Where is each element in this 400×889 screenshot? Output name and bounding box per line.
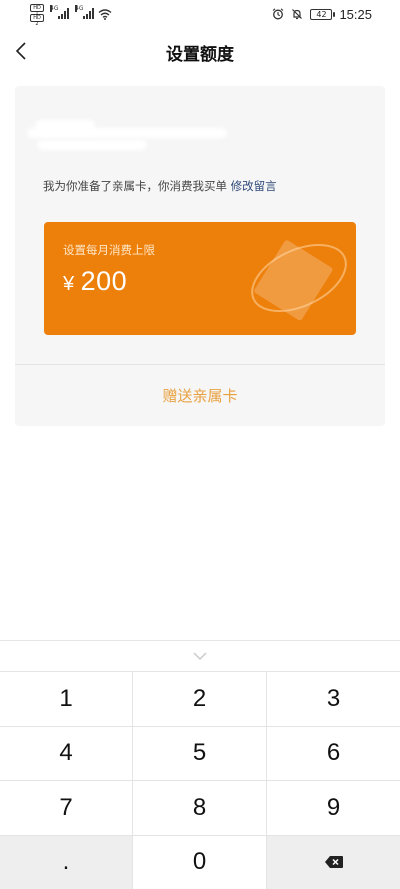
key-1[interactable]: 1 [0, 671, 133, 726]
keypad-collapse-button[interactable] [0, 641, 400, 671]
key-6[interactable]: 6 [267, 726, 400, 781]
numeric-keypad: 1 2 3 4 5 6 7 8 9 . 0 [0, 640, 400, 888]
edit-message-link[interactable]: 修改留言 [231, 179, 277, 193]
status-right: 42 15:25 [272, 4, 372, 24]
wifi-icon [98, 9, 112, 20]
key-4[interactable]: 4 [0, 726, 133, 781]
card-message-text: 我为你准备了亲属卡，你消费我买单 [43, 179, 227, 193]
header: 设置额度 [0, 28, 400, 74]
monthly-limit-value: 200 [81, 266, 128, 296]
mute-bell-icon [291, 8, 303, 20]
alarm-icon [272, 8, 284, 20]
key-7[interactable]: 7 [0, 780, 133, 835]
chevron-down-icon [193, 652, 207, 660]
key-backspace[interactable] [267, 835, 400, 889]
key-decimal[interactable]: . [0, 835, 133, 889]
key-0[interactable]: 0 [133, 835, 267, 889]
monthly-limit-card[interactable]: 设置每月消费上限 ¥200 [44, 222, 356, 335]
signal-icon: 4G [75, 7, 95, 19]
key-3[interactable]: 3 [267, 671, 400, 726]
network-type-label: 4G [50, 5, 52, 12]
card-decoration-icon [244, 224, 354, 324]
keypad-grid: 1 2 3 4 5 6 7 8 9 . 0 [0, 671, 400, 889]
key-2[interactable]: 2 [133, 671, 267, 726]
network-type-label: 4G [75, 5, 77, 12]
currency-symbol: ¥ [63, 273, 75, 295]
hd-badges: HD 1 HD 2 [30, 4, 46, 24]
status-bar: HD 1 HD 2 4G 4G 42 15:25 [0, 0, 400, 28]
hd-badge: HD 1 [30, 4, 44, 12]
signal-icon: 4G [50, 7, 70, 19]
key-8[interactable]: 8 [133, 780, 267, 835]
redacted-user-name [27, 114, 227, 154]
key-5[interactable]: 5 [133, 726, 267, 781]
monthly-limit-amount[interactable]: ¥200 [63, 266, 127, 297]
battery-icon: 42 [310, 9, 332, 20]
page-title: 设置额度 [0, 40, 400, 65]
family-card-panel: 我为你准备了亲属卡，你消费我买单 修改留言 设置每月消费上限 ¥200 赠送亲属… [15, 86, 385, 426]
monthly-limit-label: 设置每月消费上限 [63, 242, 155, 258]
status-time: 15:25 [339, 7, 372, 22]
gift-family-card-button[interactable]: 赠送亲属卡 [15, 365, 385, 426]
backspace-icon [324, 855, 344, 869]
key-9[interactable]: 9 [267, 780, 400, 835]
hd-badge: HD 2 [30, 14, 44, 22]
card-message: 我为你准备了亲属卡，你消费我买单 修改留言 [43, 178, 277, 194]
